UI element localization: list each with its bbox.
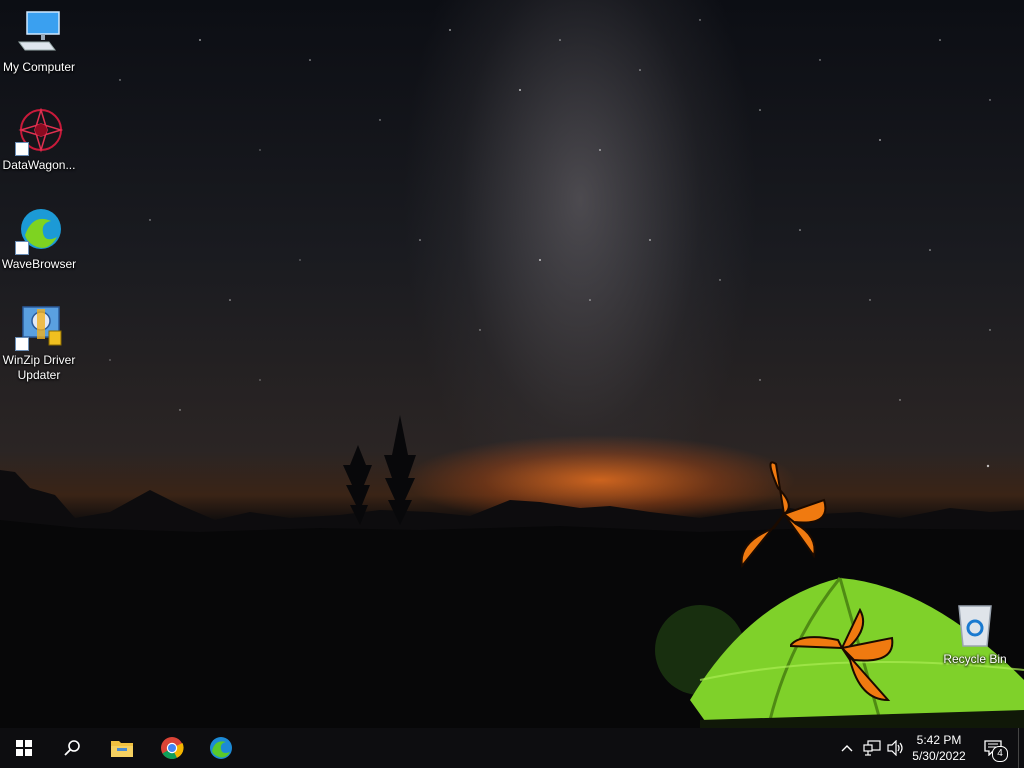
desktop-icon-label: WinZip Driver Updater (2, 353, 76, 382)
desktop-icon-recycle-bin[interactable]: Recycle Bin (936, 602, 1014, 667)
network-button[interactable] (860, 728, 884, 768)
winzip-driver-updater-icon (15, 303, 63, 351)
desktop-icon-datawagon[interactable]: DataWagon... (0, 107, 78, 173)
speaker-icon (887, 740, 903, 756)
desktop-icon-label: Recycle Bin (943, 652, 1007, 666)
file-explorer-button[interactable] (98, 728, 146, 768)
shortcut-arrow-icon (15, 241, 29, 255)
butterfly-decoration (740, 461, 827, 569)
desktop-icon-label: WaveBrowser (1, 257, 77, 271)
search-button[interactable] (48, 728, 96, 768)
notification-count-badge: 4 (992, 746, 1008, 762)
desktop-icon-my-computer[interactable]: My Computer (0, 10, 78, 75)
search-icon (64, 740, 80, 756)
clock[interactable]: 5:42 PM 5/30/2022 (904, 732, 974, 764)
chevron-up-icon (841, 745, 853, 752)
wavebrowser-icon (15, 207, 63, 255)
desktop-icon-winzip-driver-updater[interactable]: WinZip Driver Updater (0, 303, 78, 383)
butterfly-decoration (790, 608, 894, 702)
desktop-wallpaper: My Computer DataWagon... WaveBrowser Win… (0, 0, 1024, 728)
chrome-icon (161, 737, 184, 759)
desktop-icon-wavebrowser[interactable]: WaveBrowser (0, 207, 78, 272)
network-icon (863, 740, 881, 756)
shortcut-arrow-icon (15, 337, 29, 351)
shortcut-arrow-icon (15, 142, 29, 156)
edge-button[interactable] (197, 728, 245, 768)
show-hidden-icons-button[interactable] (836, 728, 858, 768)
action-center-button[interactable]: 4 (978, 728, 1008, 768)
taskbar: 5:42 PM 5/30/2022 4 (0, 728, 1024, 768)
recycle-bin-icon (951, 602, 999, 650)
desktop-icon-label: DataWagon... (2, 158, 76, 172)
datawagon-icon (15, 107, 64, 156)
computer-icon (15, 10, 63, 58)
show-desktop-button[interactable] (1018, 728, 1024, 768)
folder-icon (111, 741, 133, 757)
desktop-icon-label: My Computer (2, 60, 76, 74)
start-button[interactable] (0, 728, 48, 768)
clock-time: 5:42 PM (916, 733, 962, 747)
chrome-button[interactable] (148, 728, 196, 768)
edge-icon (210, 737, 232, 759)
clock-date: 5/30/2022 (912, 749, 966, 763)
windows-start-icon (16, 740, 32, 756)
